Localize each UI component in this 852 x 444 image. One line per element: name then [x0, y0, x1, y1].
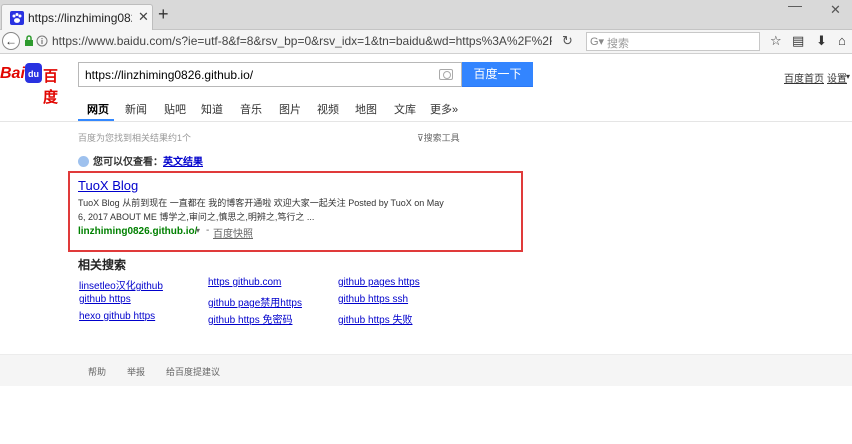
settings-link[interactable]: 设置 — [827, 70, 847, 85]
baidu-paw-icon: du — [25, 63, 42, 83]
lock-icon — [25, 35, 33, 46]
related-link[interactable]: github https 免密码 — [208, 311, 292, 326]
baidu-paw-icon — [10, 11, 24, 25]
search-input[interactable]: https://linzhiming0826.github.io/ — [78, 62, 462, 87]
tab-more[interactable]: 更多» — [430, 101, 458, 117]
filter-icon: ⊽ — [417, 133, 424, 143]
download-icon[interactable]: ⬇ — [816, 33, 827, 49]
close-window-button[interactable]: ✕ — [830, 2, 841, 18]
reload-icon[interactable]: ↻ — [562, 33, 573, 49]
see-also-line: 您可以仅查看：英文结果 — [78, 153, 203, 168]
chevron-down-icon[interactable]: ▾ — [196, 226, 200, 235]
english-results-link[interactable]: 英文结果 — [163, 157, 203, 168]
tab-web[interactable]: 网页 — [87, 101, 109, 117]
browser-tab[interactable]: https://linzhiming0826.git ✕ — [1, 4, 153, 31]
browser-tab-bar: https://linzhiming0826.git ✕ + — ✕ — [0, 0, 852, 31]
search-tools-label: 搜索工具 — [423, 133, 460, 143]
new-tab-icon[interactable]: + — [158, 5, 169, 23]
related-link[interactable]: github https — [79, 294, 131, 305]
address-bar[interactable]: https://www.baidu.com/s?ie=utf-8&f=8&rsv… — [52, 34, 552, 48]
tab-images[interactable]: 图片 — [279, 101, 301, 117]
baidu-home-link[interactable]: 百度首页 — [784, 70, 824, 85]
related-link[interactable]: github page禁用https — [208, 294, 302, 309]
related-link[interactable]: https github.com — [208, 277, 281, 288]
tab-tieba[interactable]: 贴吧 — [164, 101, 186, 117]
search-category-tabs: 网页 新闻 贴吧 知道 音乐 图片 视频 地图 文库 更多» — [0, 95, 852, 122]
cache-link[interactable]: 百度快照 — [213, 225, 253, 240]
result-abstract: TuoX Blog 从前到现在 一直都在 我的博客开通啦 欢迎大家一起关注 Po… — [78, 196, 462, 224]
tab-music[interactable]: 音乐 — [240, 101, 262, 117]
close-tab-icon[interactable]: ✕ — [138, 9, 149, 25]
chevron-down-icon: ▾ — [846, 72, 851, 81]
browser-nav-bar: ← https://www.baidu.com/s?ie=utf-8&f=8&r… — [0, 30, 852, 54]
result-title-link[interactable]: TuoX Blog — [78, 178, 138, 193]
feedback-link[interactable]: 给百度提建议 — [166, 365, 220, 378]
search-engine-icon[interactable]: G▾ — [590, 35, 604, 48]
see-also-prefix: 您可以仅查看： — [93, 157, 163, 168]
abstract-line-1: TuoX Blog 从前到现在 一直都在 我的博客开通啦 欢迎大家一起关注 Po… — [78, 198, 444, 208]
abstract-line-2: 6, 2017 ABOUT ME 博学之,审问之,慎思之,明辨之,笃行之 ... — [78, 212, 315, 222]
tab-zhidao[interactable]: 知道 — [201, 101, 223, 117]
home-icon[interactable]: ⌂ — [838, 33, 846, 48]
back-arrow-icon[interactable]: ← — [2, 32, 20, 50]
search-button[interactable]: 百度一下 — [462, 62, 533, 87]
related-link[interactable]: hexo github https — [79, 311, 155, 322]
separator: - — [206, 225, 210, 236]
tab-video[interactable]: 视频 — [317, 101, 339, 117]
search-query: https://linzhiming0826.github.io/ — [85, 68, 254, 82]
tip-icon — [78, 156, 89, 167]
tab-title: https://linzhiming0826.git — [28, 11, 132, 25]
result-count: 百度为您找到相关结果约1个 — [78, 133, 192, 143]
result-url[interactable]: linzhiming0826.github.io/ — [78, 226, 197, 237]
info-icon[interactable] — [36, 35, 48, 47]
related-link[interactable]: github pages https — [338, 277, 420, 288]
search-tools-button[interactable]: ⊽搜索工具 — [417, 131, 460, 144]
tab-news[interactable]: 新闻 — [125, 101, 147, 117]
related-link[interactable]: linsetleo汉化github — [79, 277, 163, 292]
related-link[interactable]: github https ssh — [338, 294, 408, 305]
report-link[interactable]: 举报 — [127, 365, 145, 378]
related-link[interactable]: github https 失败 — [338, 311, 412, 326]
tab-wenku[interactable]: 文库 — [394, 101, 416, 117]
search-placeholder: 搜索 — [607, 38, 629, 50]
minimize-window-button[interactable]: — — [788, 0, 802, 13]
baidu-logo[interactable]: Bai du 百度 — [0, 63, 72, 106]
tab-map[interactable]: 地图 — [355, 101, 377, 117]
bookmark-star-icon[interactable]: ☆ — [770, 33, 782, 49]
browser-search-input[interactable]: G▾ 搜索 — [586, 32, 760, 51]
active-tab-indicator — [78, 119, 114, 121]
related-heading: 相关搜索 — [78, 258, 127, 272]
footer: 帮助 举报 给百度提建议 — [0, 354, 852, 386]
reading-list-icon[interactable]: ▤ — [792, 33, 804, 49]
camera-icon[interactable] — [439, 69, 453, 80]
help-link[interactable]: 帮助 — [88, 365, 106, 378]
